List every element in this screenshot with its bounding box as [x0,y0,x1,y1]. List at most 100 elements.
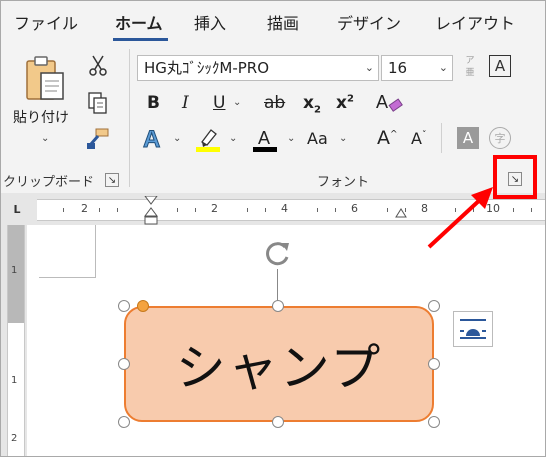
ruler-tick [247,208,248,212]
phonetic-top: ア [465,56,475,66]
paste-label[interactable]: 貼り付け [13,107,69,127]
rounded-rectangle-shape[interactable]: シャンプ [124,306,434,422]
highlight-color-icon[interactable] [195,125,221,153]
shrink-font-button[interactable]: Aˇ [411,129,426,148]
chevron-down-icon[interactable]: ⌄ [365,56,374,80]
ruler-tick [99,208,100,212]
ruler-number: 2 [211,202,218,215]
resize-handle[interactable] [272,300,284,312]
clipboard-paste-icon [26,56,64,100]
strikethrough-button[interactable]: ab [264,93,285,113]
character-shading-button[interactable]: A [457,127,479,149]
tab-selector-icon[interactable]: L [11,203,23,216]
paste-dropdown-icon[interactable]: ⌄ [41,133,49,144]
clear-formatting-icon[interactable]: A [375,89,405,117]
character-border-button[interactable]: A [489,55,511,77]
resize-handle[interactable] [118,416,130,428]
clipboard-group-label: クリップボード [3,175,95,190]
svg-text:A: A [376,92,388,112]
ruler-tick [177,208,178,212]
indent-marker-icon[interactable] [143,196,159,226]
font-group-label: フォント [317,175,370,190]
ruler-number: 2 [81,202,88,215]
ruler-tick [117,208,118,212]
subscript-digit: 2 [313,104,321,116]
group-separator [129,49,130,187]
change-case-dropdown-icon[interactable]: ⌄ [339,133,347,144]
enclose-characters-button[interactable]: 字 [489,127,511,149]
vertical-ruler-track: 1 1 2 [7,225,25,456]
layout-options-icon [460,319,486,339]
ruler-number: 4 [281,202,288,215]
adjustment-handle[interactable] [137,300,149,312]
red-arrow-icon [427,187,493,249]
group-separator [441,123,442,153]
underline-button[interactable]: U [213,93,225,113]
superscript-button[interactable]: x2 [336,93,354,113]
resize-handle[interactable] [118,358,130,370]
font-color-icon[interactable]: A [253,125,277,153]
font-size-combo[interactable]: 16 ⌄ [381,55,453,81]
grow-font-button[interactable]: A^ [377,127,398,149]
copy-icon[interactable] [87,91,109,115]
resize-handle[interactable] [118,300,130,312]
vertical-ruler[interactable]: 1 1 2 [1,225,27,456]
rotate-handle-icon[interactable] [263,237,293,269]
tab-layout[interactable]: レイアウト [435,10,515,34]
subscript-base: x [303,93,314,113]
superscript-digit: 2 [346,93,354,105]
right-indent-marker-icon[interactable] [395,206,407,218]
tab-insert[interactable]: 挿入 [194,10,226,34]
tab-design[interactable]: デザイン [337,10,401,34]
paste-button[interactable] [23,55,67,103]
font-color-dropdown-icon[interactable]: ⌄ [287,133,295,144]
svg-text:A: A [143,126,160,151]
resize-handle[interactable] [428,358,440,370]
ruler-tick [513,208,514,212]
ruler-tick [335,208,336,212]
change-case-button[interactable]: Aa [307,129,328,148]
superscript-base: x [336,93,347,113]
shape-text[interactable]: シャンプ [176,328,383,400]
resize-handle[interactable] [428,416,440,428]
vertical-ruler-number: 1 [11,265,18,276]
highlight-dropdown-icon[interactable]: ⌄ [229,133,237,144]
subscript-button[interactable]: x2 [303,93,321,115]
page-margin-corner [39,225,96,278]
ruler-tick [63,208,64,212]
format-painter-icon[interactable] [85,127,111,151]
chevron-down-icon[interactable]: ⌄ [439,56,448,80]
vertical-ruler-number: 1 [11,375,18,386]
bold-button[interactable]: B [147,93,160,113]
cut-icon[interactable] [87,55,109,77]
tab-draw[interactable]: 描画 [267,10,299,34]
vertical-ruler-number: 2 [11,433,18,444]
word-window: ファイル ホーム 挿入 描画 デザイン レイアウト 貼り付け ⌄ クリップボード… [0,0,546,457]
layout-options-button[interactable] [453,311,493,347]
clipboard-launcher-icon[interactable]: ↘ [105,173,119,187]
ruler-tick [531,208,532,212]
text-effects-dropdown-icon[interactable]: ⌄ [173,133,181,144]
ribbon: 貼り付け ⌄ クリップボード ↘ HG丸ｺﾞｼｯｸM-PRO ⌄ 16 ⌄ ア … [1,43,545,193]
tab-home[interactable]: ホーム [115,10,163,34]
underline-dropdown-icon[interactable]: ⌄ [233,97,241,108]
active-tab-indicator [113,38,168,41]
text-effects-icon[interactable]: A [141,125,167,152]
ruler-tick [317,208,318,212]
resize-handle[interactable] [272,416,284,428]
font-name-combo[interactable]: HG丸ｺﾞｼｯｸM-PRO ⌄ [137,55,379,81]
character-border-label: A [494,57,506,75]
tab-file[interactable]: ファイル [14,10,78,34]
ruler-tick [195,208,196,212]
font-name-value: HG丸ｺﾞｼｯｸM-PRO [144,59,270,77]
resize-handle[interactable] [428,300,440,312]
ruler-tick [387,208,388,212]
ruler-number: 6 [351,202,358,215]
phonetic-bottom: 亜 [465,68,475,78]
svg-text:A: A [258,128,270,148]
italic-button[interactable]: I [182,93,189,113]
phonetic-guide-button[interactable]: ア 亜 [461,53,479,81]
ruler-tick [265,208,266,212]
font-size-value: 16 [388,59,408,77]
ribbon-tabs: ファイル ホーム 挿入 描画 デザイン レイアウト [1,1,545,43]
